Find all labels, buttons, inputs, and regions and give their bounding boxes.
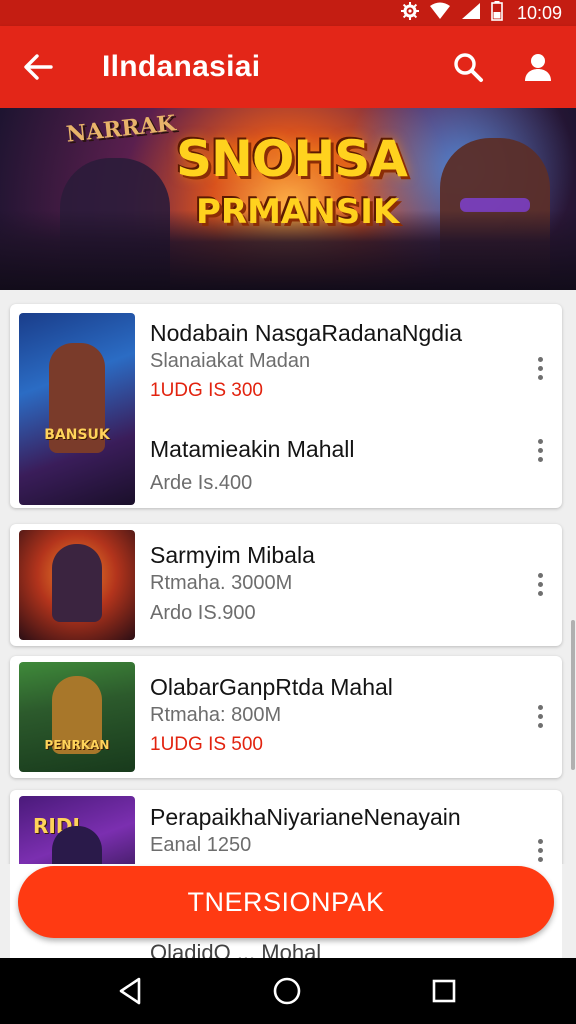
more-dot bbox=[537, 838, 543, 844]
more-dot bbox=[537, 847, 543, 853]
more-dot bbox=[537, 374, 543, 380]
list-item[interactable]: PENRKAN OlabarGanpRtda Mahal Rtmaha: 800… bbox=[10, 656, 562, 778]
nav-home-button[interactable] bbox=[265, 969, 309, 1013]
more-dot bbox=[537, 438, 543, 444]
more-options-button[interactable] bbox=[528, 832, 552, 864]
more-options-button[interactable] bbox=[528, 432, 552, 468]
page-title: Ilndanasiai bbox=[102, 50, 261, 83]
account-icon bbox=[525, 54, 551, 81]
game-thumbnail bbox=[19, 530, 135, 640]
item-title: OlabarGanpRtda Mahal bbox=[150, 674, 393, 700]
more-dot bbox=[537, 581, 543, 587]
gear-icon bbox=[400, 2, 419, 24]
item-title: Nodabain NasgaRadanaNgdia bbox=[150, 320, 463, 346]
status-icons: 10:09 bbox=[400, 0, 562, 26]
more-dot bbox=[537, 365, 543, 371]
item-subtitle: Slanaiakat Madan bbox=[150, 350, 311, 372]
nav-recents-button[interactable] bbox=[422, 969, 466, 1013]
item-subtitle: Rtmaha: 800M bbox=[150, 704, 282, 726]
more-dot bbox=[537, 447, 543, 453]
scrollbar[interactable] bbox=[571, 620, 575, 770]
account-button[interactable] bbox=[514, 44, 562, 90]
banner-title-line2: PRMANSIK bbox=[196, 192, 400, 232]
recents-square-icon bbox=[432, 979, 456, 1003]
more-options-button[interactable] bbox=[528, 350, 552, 386]
item-subtitle-secondary: Ardo IS.900 bbox=[150, 602, 256, 624]
item-subtitle: Rtmaha. 3000M bbox=[150, 572, 293, 594]
more-dot bbox=[537, 456, 543, 462]
game-thumbnail: RIDI bbox=[19, 796, 135, 864]
game-thumbnail: BANSUK bbox=[19, 313, 135, 505]
thumbnail-figure bbox=[52, 826, 102, 864]
back-triangle-icon bbox=[119, 977, 141, 1005]
more-dot bbox=[537, 722, 543, 728]
item-price: 1UDG IS 500 bbox=[150, 734, 263, 755]
item-subtitle: Arde Is.400 bbox=[150, 472, 253, 494]
signal-icon bbox=[461, 2, 481, 24]
more-dot bbox=[537, 572, 543, 578]
item-subtitle: Eanal 1250 bbox=[150, 834, 252, 856]
more-dot bbox=[537, 590, 543, 596]
search-button[interactable] bbox=[444, 44, 492, 90]
more-options-button[interactable] bbox=[528, 698, 552, 734]
status-time: 10:09 bbox=[516, 2, 562, 23]
list-item[interactable]: RIDI PerapaikhaNiyarianeNenayain Eanal 1… bbox=[10, 790, 562, 864]
thumbnail-figure bbox=[52, 544, 102, 622]
navigation-bar bbox=[0, 958, 576, 1024]
list-item[interactable]: BANSUK Nodabain NasgaRadanaNgdia Slanaia… bbox=[10, 304, 562, 508]
thumbnail-label: PENRKAN bbox=[44, 738, 110, 752]
app-bar: Ilndanasiai bbox=[0, 26, 576, 108]
wifi-icon bbox=[429, 2, 451, 24]
thumbnail-label: BANSUK bbox=[44, 427, 110, 443]
item-title: PerapaikhaNiyarianeNenayain bbox=[150, 804, 461, 830]
more-dot bbox=[537, 856, 543, 862]
more-options-button[interactable] bbox=[528, 566, 552, 602]
item-title: Matamieakin Mahall bbox=[150, 436, 355, 462]
back-button[interactable] bbox=[14, 44, 62, 90]
battery-icon bbox=[491, 1, 503, 25]
back-arrow-icon bbox=[24, 54, 53, 80]
more-dot bbox=[537, 704, 543, 710]
search-icon bbox=[454, 53, 483, 82]
more-dot bbox=[537, 356, 543, 362]
home-circle-icon bbox=[273, 977, 301, 1005]
item-title: Sarmyim Mibala bbox=[150, 542, 315, 568]
status-bar: 10:09 bbox=[0, 0, 576, 26]
more-dot bbox=[537, 713, 543, 719]
banner-title-line1: SNOHSA bbox=[176, 130, 408, 188]
nav-back-button[interactable] bbox=[108, 969, 152, 1013]
primary-action-button[interactable]: TNERSIONPAK bbox=[18, 866, 554, 938]
list-item[interactable]: Sarmyim Mibala Rtmaha. 3000M Ardo IS.900 bbox=[10, 524, 562, 646]
game-thumbnail: PENRKAN bbox=[19, 662, 135, 772]
game-list[interactable]: BANSUK Nodabain NasgaRadanaNgdia Slanaia… bbox=[0, 290, 576, 864]
item-price: 1UDG IS 300 bbox=[150, 380, 263, 401]
